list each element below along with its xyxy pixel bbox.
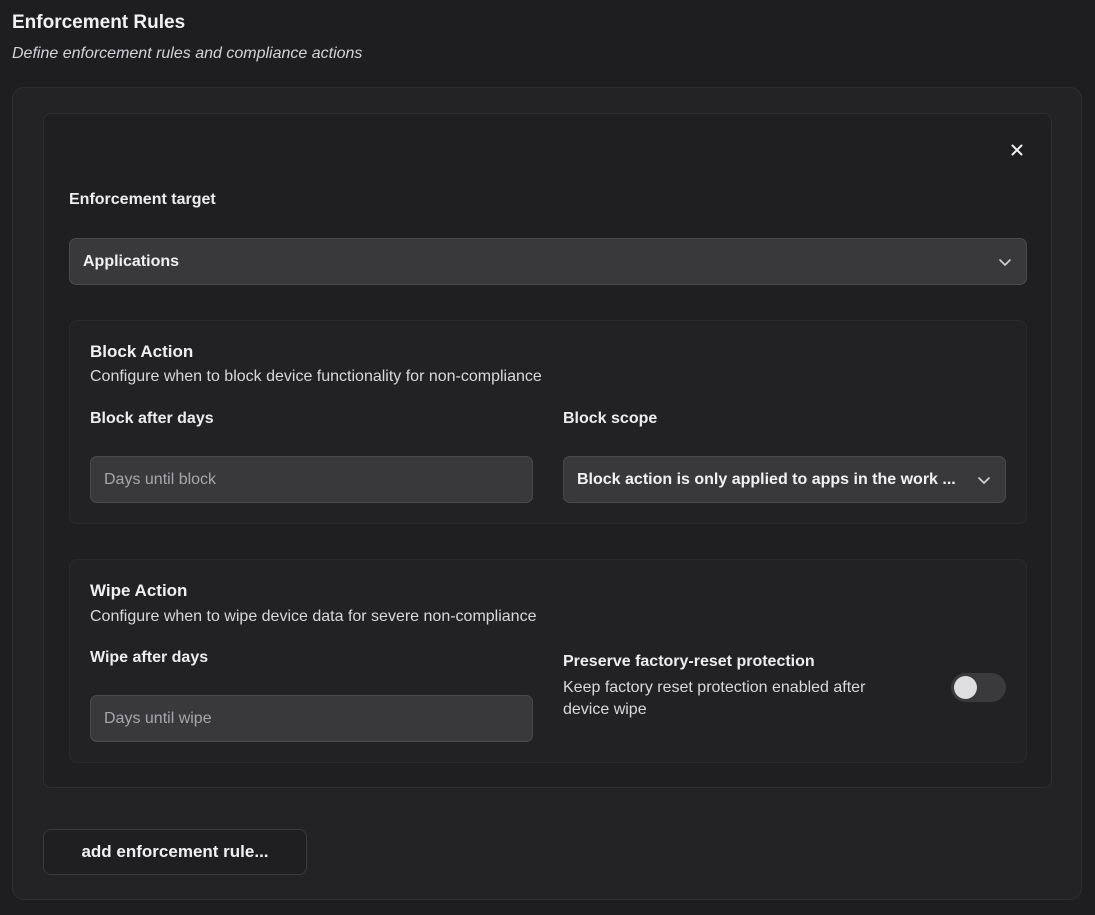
page-title: Enforcement Rules xyxy=(12,12,186,33)
toggle-knob xyxy=(954,676,977,699)
frp-description-line1: Keep factory reset protection enabled af… xyxy=(563,679,866,696)
page-subtitle: Define enforcement rules and compliance … xyxy=(12,45,363,62)
wipe-action-title: Wipe Action xyxy=(90,581,188,600)
chevron-down-icon xyxy=(999,258,1011,266)
close-icon xyxy=(1011,144,1023,156)
block-after-days-label: Block after days xyxy=(90,410,214,427)
chevron-down-icon xyxy=(978,476,990,484)
remove-rule-button[interactable] xyxy=(1006,139,1028,161)
block-scope-value: Block action is only applied to apps in … xyxy=(577,470,956,488)
wipe-action-description: Configure when to wipe device data for s… xyxy=(90,608,537,625)
enforcement-target-select[interactable]: Applications xyxy=(69,238,1027,285)
block-after-days-input[interactable] xyxy=(90,456,533,503)
block-scope-label: Block scope xyxy=(563,410,658,427)
frp-toggle[interactable] xyxy=(951,673,1006,702)
wipe-after-days-input[interactable] xyxy=(90,695,533,742)
enforcement-target-label: Enforcement target xyxy=(69,191,216,208)
block-scope-select[interactable]: Block action is only applied to apps in … xyxy=(563,456,1006,503)
add-enforcement-rule-button[interactable]: add enforcement rule... xyxy=(43,829,307,875)
frp-label: Preserve factory-reset protection xyxy=(563,653,815,670)
block-action-title: Block Action xyxy=(90,342,194,361)
wipe-after-days-label: Wipe after days xyxy=(90,649,209,666)
enforcement-rules-page: Enforcement Rules Define enforcement rul… xyxy=(0,0,1095,915)
enforcement-target-value: Applications xyxy=(83,252,180,270)
frp-description-line2: device wipe xyxy=(563,701,647,718)
block-action-description: Configure when to block device functiona… xyxy=(90,368,542,385)
